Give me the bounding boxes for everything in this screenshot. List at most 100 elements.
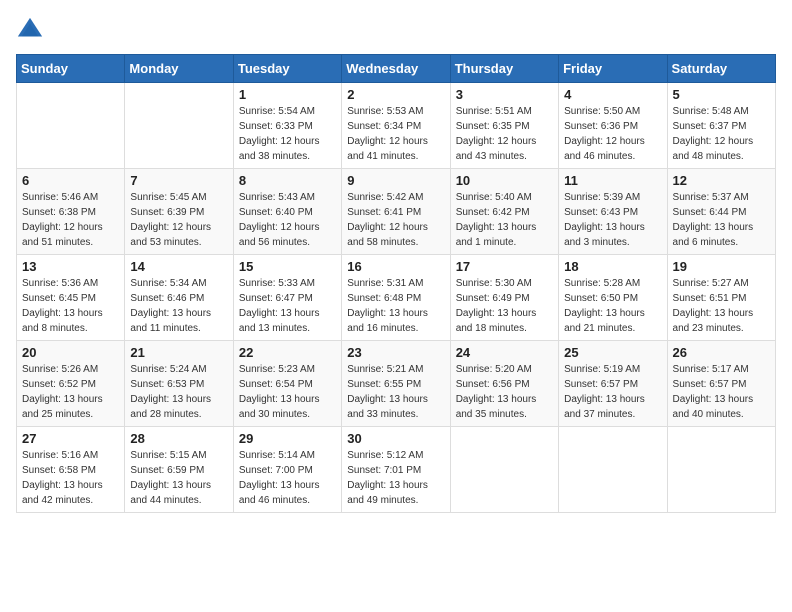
day-number: 4 bbox=[564, 87, 661, 102]
day-number: 3 bbox=[456, 87, 553, 102]
day-info: Sunrise: 5:23 AM Sunset: 6:54 PM Dayligh… bbox=[239, 362, 336, 422]
day-number: 20 bbox=[22, 345, 119, 360]
day-number: 22 bbox=[239, 345, 336, 360]
day-number: 13 bbox=[22, 259, 119, 274]
day-cell: 15 Sunrise: 5:33 AM Sunset: 6:47 PM Dayli… bbox=[233, 255, 341, 341]
day-info: Sunrise: 5:37 AM Sunset: 6:44 PM Dayligh… bbox=[673, 190, 770, 250]
day-cell: 23 Sunrise: 5:21 AM Sunset: 6:55 PM Dayli… bbox=[342, 341, 450, 427]
day-number: 12 bbox=[673, 173, 770, 188]
day-number: 21 bbox=[130, 345, 227, 360]
logo bbox=[16, 16, 48, 44]
weekday-header-row: SundayMondayTuesdayWednesdayThursdayFrid… bbox=[17, 55, 776, 83]
weekday-header-sunday: Sunday bbox=[17, 55, 125, 83]
day-info: Sunrise: 5:27 AM Sunset: 6:51 PM Dayligh… bbox=[673, 276, 770, 336]
day-cell: 9 Sunrise: 5:42 AM Sunset: 6:41 PM Daylig… bbox=[342, 169, 450, 255]
day-info: Sunrise: 5:33 AM Sunset: 6:47 PM Dayligh… bbox=[239, 276, 336, 336]
day-cell: 14 Sunrise: 5:34 AM Sunset: 6:46 PM Dayli… bbox=[125, 255, 233, 341]
day-info: Sunrise: 5:19 AM Sunset: 6:57 PM Dayligh… bbox=[564, 362, 661, 422]
day-cell: 1 Sunrise: 5:54 AM Sunset: 6:33 PM Daylig… bbox=[233, 83, 341, 169]
day-info: Sunrise: 5:30 AM Sunset: 6:49 PM Dayligh… bbox=[456, 276, 553, 336]
day-cell: 28 Sunrise: 5:15 AM Sunset: 6:59 PM Dayli… bbox=[125, 427, 233, 513]
weekday-header-monday: Monday bbox=[125, 55, 233, 83]
day-info: Sunrise: 5:53 AM Sunset: 6:34 PM Dayligh… bbox=[347, 104, 444, 164]
day-number: 29 bbox=[239, 431, 336, 446]
day-number: 14 bbox=[130, 259, 227, 274]
day-number: 6 bbox=[22, 173, 119, 188]
day-cell: 20 Sunrise: 5:26 AM Sunset: 6:52 PM Dayli… bbox=[17, 341, 125, 427]
day-cell bbox=[125, 83, 233, 169]
day-info: Sunrise: 5:40 AM Sunset: 6:42 PM Dayligh… bbox=[456, 190, 553, 250]
day-cell bbox=[17, 83, 125, 169]
day-number: 17 bbox=[456, 259, 553, 274]
day-number: 7 bbox=[130, 173, 227, 188]
day-cell bbox=[450, 427, 558, 513]
day-number: 15 bbox=[239, 259, 336, 274]
calendar-table: SundayMondayTuesdayWednesdayThursdayFrid… bbox=[16, 54, 776, 513]
day-cell: 8Sunrise: 5:43 AM Sunset: 6:40 PM Daylig… bbox=[233, 169, 341, 255]
day-number: 25 bbox=[564, 345, 661, 360]
logo-icon bbox=[16, 16, 44, 44]
day-cell: 24 Sunrise: 5:20 AM Sunset: 6:56 PM Dayli… bbox=[450, 341, 558, 427]
day-cell: 5 Sunrise: 5:48 AM Sunset: 6:37 PM Daylig… bbox=[667, 83, 775, 169]
day-cell: 18Sunrise: 5:28 AM Sunset: 6:50 PM Dayli… bbox=[559, 255, 667, 341]
week-row-5: 27 Sunrise: 5:16 AM Sunset: 6:58 PM Dayli… bbox=[17, 427, 776, 513]
day-info: Sunrise: 5:48 AM Sunset: 6:37 PM Dayligh… bbox=[673, 104, 770, 164]
day-info: Sunrise: 5:26 AM Sunset: 6:52 PM Dayligh… bbox=[22, 362, 119, 422]
day-number: 16 bbox=[347, 259, 444, 274]
day-info: Sunrise: 5:39 AM Sunset: 6:43 PM Dayligh… bbox=[564, 190, 661, 250]
day-cell: 27 Sunrise: 5:16 AM Sunset: 6:58 PM Dayli… bbox=[17, 427, 125, 513]
day-cell: 22 Sunrise: 5:23 AM Sunset: 6:54 PM Dayli… bbox=[233, 341, 341, 427]
day-cell: 30 Sunrise: 5:12 AM Sunset: 7:01 PM Dayli… bbox=[342, 427, 450, 513]
day-info: Sunrise: 5:14 AM Sunset: 7:00 PM Dayligh… bbox=[239, 448, 336, 508]
day-number: 5 bbox=[673, 87, 770, 102]
day-cell: 29 Sunrise: 5:14 AM Sunset: 7:00 PM Dayli… bbox=[233, 427, 341, 513]
weekday-header-thursday: Thursday bbox=[450, 55, 558, 83]
day-info: Sunrise: 5:50 AM Sunset: 6:36 PM Dayligh… bbox=[564, 104, 661, 164]
day-number: 24 bbox=[456, 345, 553, 360]
day-cell: 25 Sunrise: 5:19 AM Sunset: 6:57 PM Dayli… bbox=[559, 341, 667, 427]
day-info: Sunrise: 5:16 AM Sunset: 6:58 PM Dayligh… bbox=[22, 448, 119, 508]
day-cell: 2 Sunrise: 5:53 AM Sunset: 6:34 PM Daylig… bbox=[342, 83, 450, 169]
day-info: Sunrise: 5:54 AM Sunset: 6:33 PM Dayligh… bbox=[239, 104, 336, 164]
day-info: Sunrise: 5:20 AM Sunset: 6:56 PM Dayligh… bbox=[456, 362, 553, 422]
day-cell: 7 Sunrise: 5:45 AM Sunset: 6:39 PM Daylig… bbox=[125, 169, 233, 255]
week-row-1: 1 Sunrise: 5:54 AM Sunset: 6:33 PM Daylig… bbox=[17, 83, 776, 169]
day-info: Sunrise: 5:17 AM Sunset: 6:57 PM Dayligh… bbox=[673, 362, 770, 422]
day-cell bbox=[667, 427, 775, 513]
day-cell: 16 Sunrise: 5:31 AM Sunset: 6:48 PM Dayli… bbox=[342, 255, 450, 341]
day-number: 23 bbox=[347, 345, 444, 360]
day-info: Sunrise: 5:45 AM Sunset: 6:39 PM Dayligh… bbox=[130, 190, 227, 250]
day-number: 11 bbox=[564, 173, 661, 188]
day-cell: 17 Sunrise: 5:30 AM Sunset: 6:49 PM Dayli… bbox=[450, 255, 558, 341]
day-number: 27 bbox=[22, 431, 119, 446]
day-number: 9 bbox=[347, 173, 444, 188]
day-info: Sunrise: 5:31 AM Sunset: 6:48 PM Dayligh… bbox=[347, 276, 444, 336]
day-info: Sunrise: 5:21 AM Sunset: 6:55 PM Dayligh… bbox=[347, 362, 444, 422]
day-info: Sunrise: 5:42 AM Sunset: 6:41 PM Dayligh… bbox=[347, 190, 444, 250]
day-info: Sunrise: 5:43 AM Sunset: 6:40 PM Dayligh… bbox=[239, 190, 336, 250]
weekday-header-saturday: Saturday bbox=[667, 55, 775, 83]
day-info: Sunrise: 5:24 AM Sunset: 6:53 PM Dayligh… bbox=[130, 362, 227, 422]
day-info: Sunrise: 5:12 AM Sunset: 7:01 PM Dayligh… bbox=[347, 448, 444, 508]
day-number: 28 bbox=[130, 431, 227, 446]
day-info: Sunrise: 5:34 AM Sunset: 6:46 PM Dayligh… bbox=[130, 276, 227, 336]
day-cell: 11 Sunrise: 5:39 AM Sunset: 6:43 PM Dayli… bbox=[559, 169, 667, 255]
day-info: Sunrise: 5:36 AM Sunset: 6:45 PM Dayligh… bbox=[22, 276, 119, 336]
day-number: 30 bbox=[347, 431, 444, 446]
day-cell: 21 Sunrise: 5:24 AM Sunset: 6:53 PM Dayli… bbox=[125, 341, 233, 427]
day-cell: 13 Sunrise: 5:36 AM Sunset: 6:45 PM Dayli… bbox=[17, 255, 125, 341]
weekday-header-tuesday: Tuesday bbox=[233, 55, 341, 83]
day-number: 1 bbox=[239, 87, 336, 102]
day-cell bbox=[559, 427, 667, 513]
day-number: 26 bbox=[673, 345, 770, 360]
week-row-2: 6Sunrise: 5:46 AM Sunset: 6:38 PM Daylig… bbox=[17, 169, 776, 255]
day-cell: 12 Sunrise: 5:37 AM Sunset: 6:44 PM Dayli… bbox=[667, 169, 775, 255]
day-cell: 26 Sunrise: 5:17 AM Sunset: 6:57 PM Dayli… bbox=[667, 341, 775, 427]
weekday-header-wednesday: Wednesday bbox=[342, 55, 450, 83]
weekday-header-friday: Friday bbox=[559, 55, 667, 83]
day-cell: 3Sunrise: 5:51 AM Sunset: 6:35 PM Daylig… bbox=[450, 83, 558, 169]
day-number: 2 bbox=[347, 87, 444, 102]
day-info: Sunrise: 5:15 AM Sunset: 6:59 PM Dayligh… bbox=[130, 448, 227, 508]
day-cell: 6Sunrise: 5:46 AM Sunset: 6:38 PM Daylig… bbox=[17, 169, 125, 255]
week-row-4: 20 Sunrise: 5:26 AM Sunset: 6:52 PM Dayli… bbox=[17, 341, 776, 427]
